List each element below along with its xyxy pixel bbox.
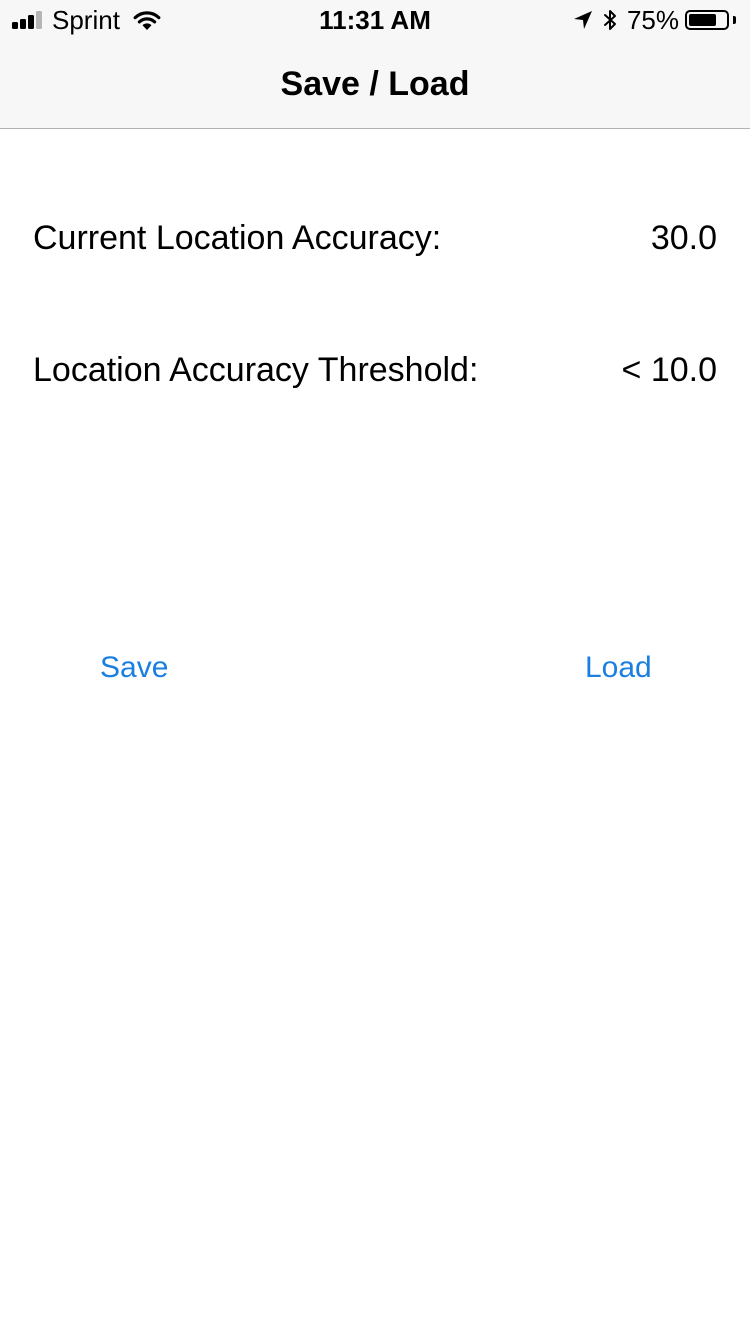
page-title: Save / Load: [280, 65, 470, 103]
battery-icon: [685, 10, 729, 30]
battery-percent: 75%: [626, 5, 679, 35]
current-accuracy-value: 30.0: [650, 219, 717, 257]
battery-level-fill: [689, 14, 716, 26]
status-bar-right: 75%: [573, 6, 736, 34]
navigation-bar: Save / Load: [0, 40, 750, 129]
accuracy-threshold-value: < 10.0: [621, 351, 717, 389]
accuracy-threshold-label: Location Accuracy Threshold:: [33, 351, 479, 389]
accuracy-threshold-row: Location Accuracy Threshold: < 10.0: [33, 348, 717, 392]
load-button[interactable]: Load: [585, 646, 652, 690]
current-accuracy-row: Current Location Accuracy: 30.0: [33, 216, 717, 260]
status-bar: Sprint 11:31 AM 75%: [0, 0, 750, 40]
screen: Sprint 11:31 AM 75% Save / Load Current …: [0, 0, 750, 1334]
current-accuracy-label: Current Location Accuracy:: [33, 219, 442, 257]
battery-cap: [733, 16, 736, 24]
location-arrow-icon: [573, 11, 592, 29]
save-button[interactable]: Save: [100, 646, 168, 690]
bluetooth-icon: [603, 10, 616, 30]
